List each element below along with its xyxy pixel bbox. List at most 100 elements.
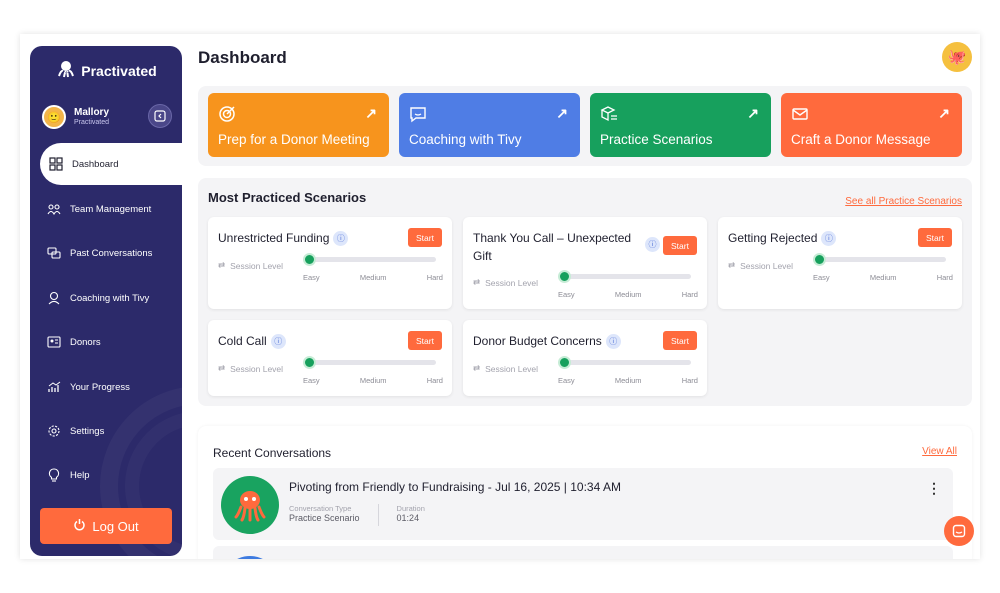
octopus-icon (234, 491, 266, 522)
chat-icon (952, 524, 966, 538)
difficulty-slider[interactable] (558, 270, 691, 283)
page-title: Dashboard (198, 48, 287, 67)
collapse-sidebar-button[interactable] (148, 104, 172, 128)
slider-knob[interactable] (558, 270, 571, 283)
level-medium: Medium (359, 273, 387, 282)
quick-action-label: Practice Scenarios (600, 132, 713, 147)
sliders-icon: ⇄ (473, 277, 481, 287)
sidebar-item-settings[interactable]: Settings (30, 413, 182, 449)
sidebar-item-past-conversations[interactable]: Past Conversations (30, 235, 182, 271)
sidebar-item-donors[interactable]: Donors (30, 324, 182, 360)
start-button[interactable]: Start (918, 228, 952, 247)
sidebar-item-label: Coaching with Tivy (70, 292, 150, 304)
difficulty-slider[interactable] (558, 356, 691, 369)
slider-knob[interactable] (303, 356, 316, 369)
slider-knob[interactable] (303, 253, 316, 266)
slider-knob[interactable] (558, 356, 571, 369)
progress-chart-icon (46, 379, 62, 395)
sidebar-item-dashboard[interactable]: Dashboard (40, 143, 182, 185)
quick-action-coaching-tivy[interactable]: ↗ Coaching with Tivy (399, 93, 580, 157)
sidebar-item-your-progress[interactable]: Your Progress (30, 369, 182, 405)
brain-info-icon[interactable]: ⓘ (645, 237, 660, 252)
level-hard: Hard (426, 273, 443, 282)
quick-action-prep-donor-meeting[interactable]: ↗ Prep for a Donor Meeting (208, 93, 389, 157)
sidebar-item-label: Dashboard (72, 158, 119, 170)
difficulty-labels: Easy Medium Hard (813, 273, 953, 282)
lightbulb-icon (46, 467, 62, 483)
arrow-up-right-icon: ↗ (938, 105, 950, 121)
quick-action-craft-donor-message[interactable]: ↗ Craft a Donor Message (781, 93, 962, 157)
level-hard: Hard (681, 376, 698, 385)
brain-info-icon[interactable]: ⓘ (270, 334, 286, 350)
session-level-label: Session Level (485, 277, 539, 288)
start-button[interactable]: Start (408, 228, 442, 247)
conversation-type-value: Practice Scenario (289, 513, 360, 523)
sidebar-item-help[interactable]: Help (30, 457, 182, 493)
brain-info-icon[interactable]: ⓘ (605, 334, 621, 350)
conversation-meta: Conversation Type Practice Scenario Dura… (289, 504, 425, 526)
logout-button[interactable]: Log Out (40, 508, 172, 544)
level-medium: Medium (869, 273, 897, 282)
start-button[interactable]: Start (663, 331, 697, 350)
scenario-name: Cold Call (218, 334, 267, 348)
see-all-scenarios-link[interactable]: See all Practice Scenarios (845, 196, 962, 207)
profile-name: Mallory (74, 107, 110, 119)
difficulty-slider[interactable] (303, 253, 436, 266)
slider-knob[interactable] (813, 253, 826, 266)
arrow-up-right-icon: ↗ (747, 105, 759, 121)
sidebar-item-label: Your Progress (70, 381, 130, 393)
user-avatar-menu[interactable]: 🐙 (942, 42, 972, 72)
scenario-card: Thank You Call – Unexpected Gift ⓘ Start… (463, 217, 707, 309)
recent-conversations-panel: Recent Conversations View All Pivoting f… (198, 426, 972, 559)
avatar (221, 556, 279, 559)
session-level: ⇄ Session Level (218, 260, 283, 271)
chat-history-icon (46, 245, 62, 261)
difficulty-slider[interactable] (813, 253, 946, 266)
difficulty-labels: Easy Medium Hard (303, 273, 443, 282)
conversation-title: Pivoting from Friendly to Fundraising - … (289, 480, 621, 494)
conversation-row[interactable]: Pivoting from Friendly to Fundraising - … (213, 468, 953, 540)
view-all-link[interactable]: View All (922, 446, 957, 457)
more-options-icon[interactable]: ⋮ (927, 480, 941, 497)
logout-label: Log Out (92, 518, 139, 534)
sidebar-item-team-management[interactable]: Team Management (30, 191, 182, 227)
level-medium: Medium (359, 376, 387, 385)
sliders-icon: ⇄ (728, 260, 736, 270)
sidebar-item-label: Donors (70, 336, 101, 348)
quick-action-label: Prep for a Donor Meeting (218, 132, 370, 147)
coach-icon (46, 290, 62, 306)
sidebar-item-coaching[interactable]: Coaching with Tivy (30, 280, 182, 316)
octopus-avatar-icon: 🐙 (947, 49, 967, 66)
start-button[interactable]: Start (408, 331, 442, 350)
conversation-row[interactable]: ⋮ (213, 546, 953, 559)
level-easy: Easy (558, 290, 575, 299)
brain-info-icon[interactable]: ⓘ (821, 231, 837, 247)
user-profile[interactable]: 🙂 Mallory Practivated (42, 102, 172, 132)
session-level-label: Session Level (740, 260, 794, 271)
support-chat-button[interactable] (944, 516, 974, 546)
arrow-up-right-icon: ↗ (365, 105, 377, 121)
session-level-label: Session Level (230, 260, 284, 271)
team-icon (46, 201, 62, 217)
difficulty-labels: Easy Medium Hard (558, 376, 698, 385)
difficulty-labels: Easy Medium Hard (303, 376, 443, 385)
quick-action-label: Craft a Donor Message (791, 132, 931, 147)
difficulty-slider[interactable] (303, 356, 436, 369)
level-hard: Hard (936, 273, 953, 282)
level-hard: Hard (426, 376, 443, 385)
quick-action-practice-scenarios[interactable]: ↗ Practice Scenarios (590, 93, 771, 157)
start-button[interactable]: Start (663, 236, 697, 255)
difficulty-labels: Easy Medium Hard (558, 290, 698, 299)
more-options-icon[interactable]: ⋮ (927, 558, 941, 559)
scenario-card: Unrestricted Funding ⓘ Start ⇄ Session Lev… (208, 217, 452, 309)
level-easy: Easy (813, 273, 830, 282)
level-hard: Hard (681, 290, 698, 299)
level-medium: Medium (614, 376, 642, 385)
level-easy: Easy (303, 376, 320, 385)
brand-logo[interactable]: Practivated (30, 60, 182, 81)
mail-icon (792, 108, 808, 120)
brain-info-icon[interactable]: ⓘ (333, 231, 349, 247)
sidebar-item-label: Team Management (70, 203, 152, 215)
sidebar-item-label: Past Conversations (70, 247, 153, 259)
session-level: ⇄ Session Level (473, 277, 538, 288)
